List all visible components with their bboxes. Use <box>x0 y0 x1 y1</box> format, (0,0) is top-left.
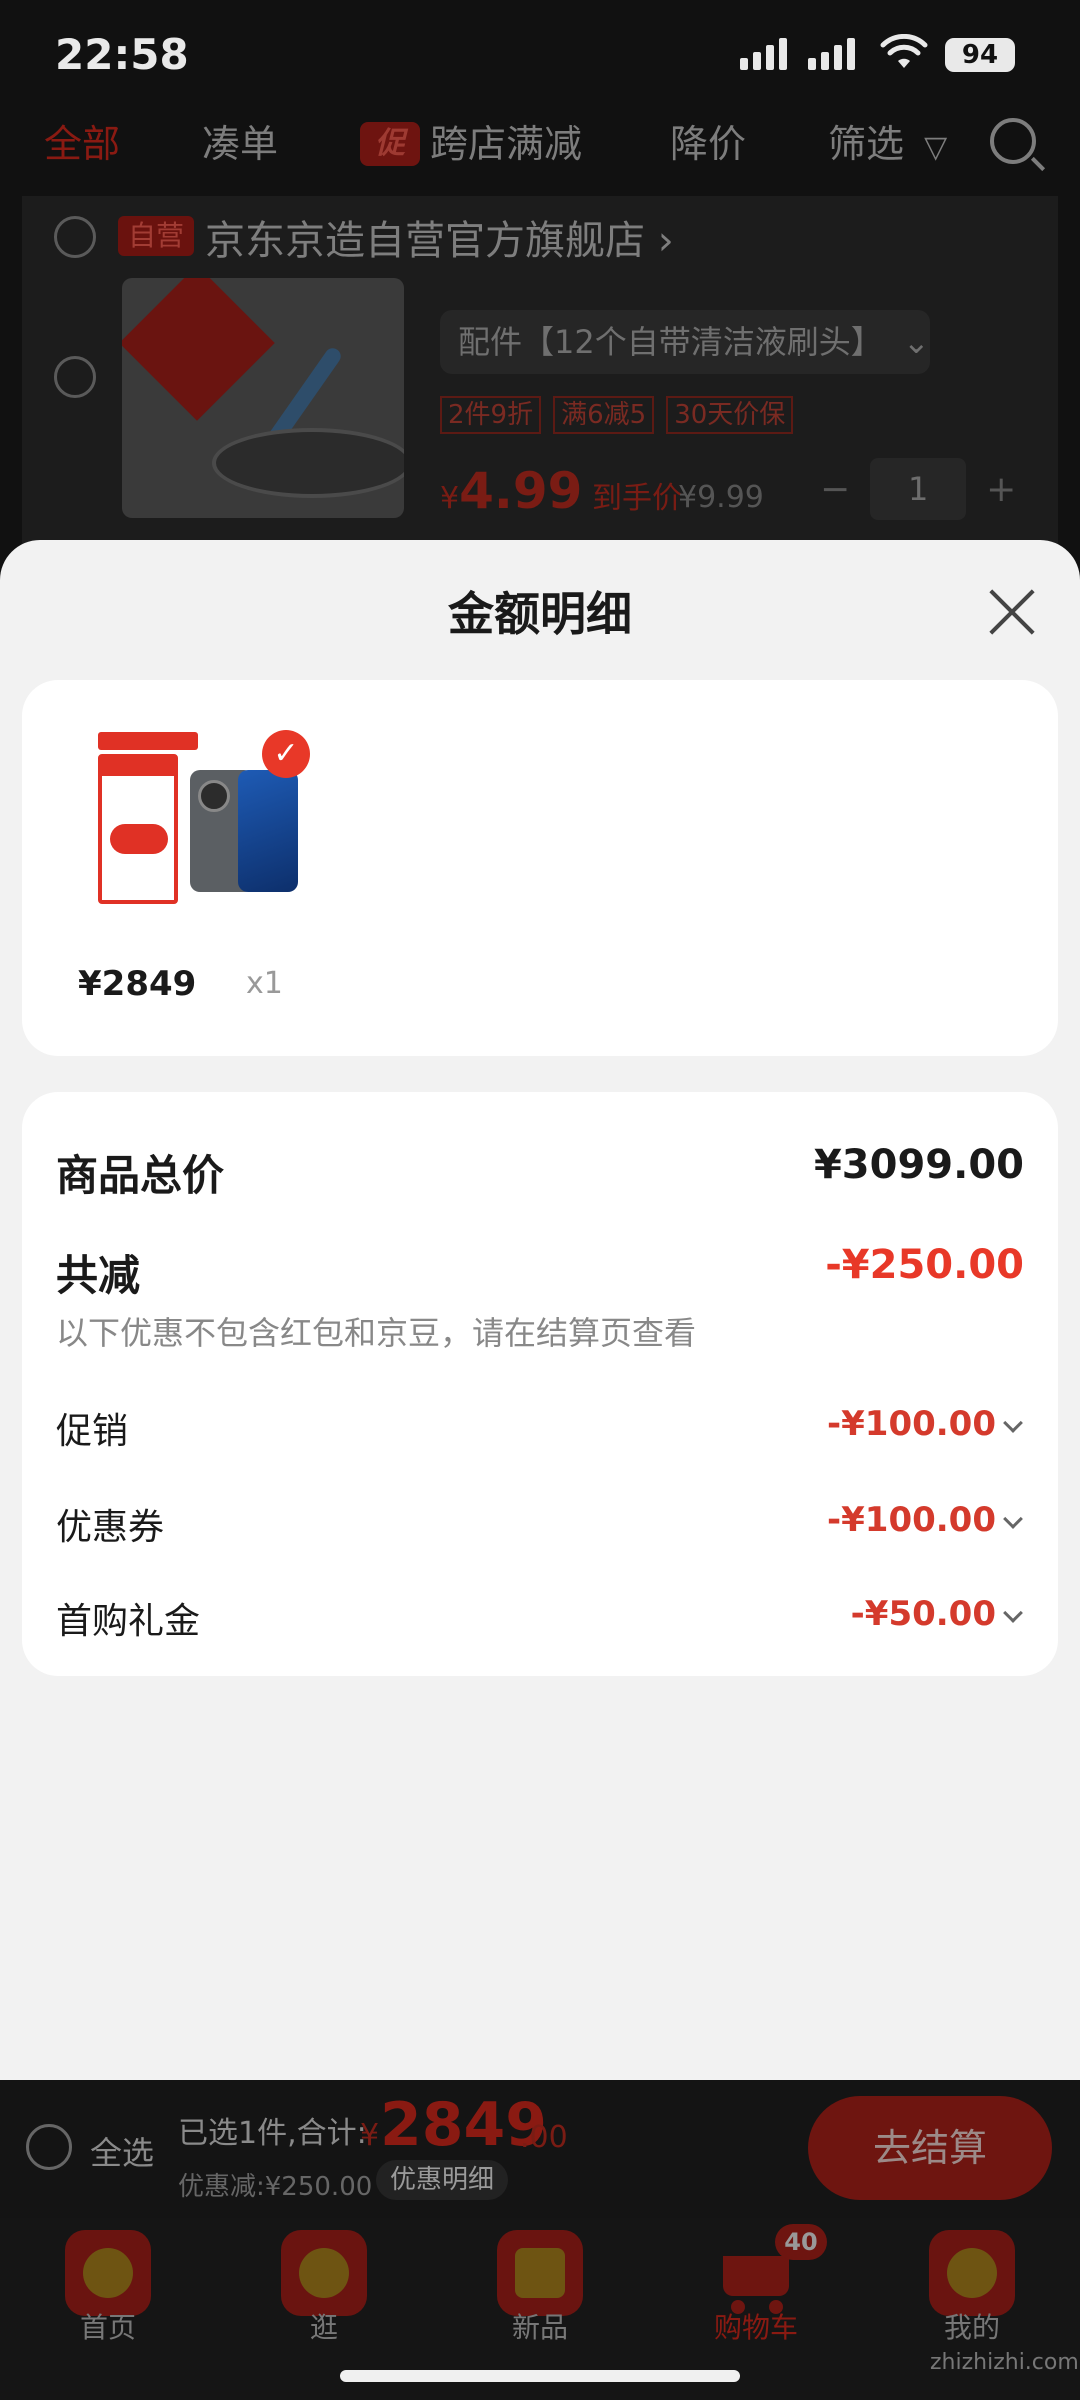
spec-text: 配件【12个自带清洁液刷头】 <box>458 323 883 361</box>
amount-detail-sheet: 金额明细 ✓ ¥2849 x1 商品总价 ¥3099.00 共减 -¥250.0… <box>0 540 1080 2080</box>
plus-icon[interactable]: + <box>986 469 1016 510</box>
selected-items-card: ✓ ¥2849 x1 <box>22 680 1058 1056</box>
cart-icon: 40 <box>713 2224 827 2316</box>
chevron-down-icon[interactable] <box>1003 1413 1023 1433</box>
product-thumbnail[interactable]: ✓ <box>72 720 310 920</box>
tab-label: 跨店满减 <box>430 122 583 166</box>
minus-icon[interactable]: − <box>820 469 850 510</box>
promo-badges: 2件9折 满6减5 30天价保 <box>440 396 794 434</box>
tab-label: 购物车 <box>713 2311 798 2344</box>
wifi-icon <box>880 34 928 68</box>
tab-profile[interactable]: 我的 <box>902 2230 1042 2346</box>
total-price-label: 商品总价 <box>56 1151 225 1200</box>
quantity-value[interactable]: 1 <box>870 458 967 520</box>
tab-cart[interactable]: 40 购物车 <box>686 2224 827 2346</box>
promo-badge: 30天价保 <box>666 396 794 434</box>
discount-detail-button[interactable]: 优惠明细 <box>376 2160 509 2200</box>
selected-count: 已选1件,合计: <box>178 2116 367 2151</box>
tab-home[interactable]: 首页 <box>38 2230 178 2346</box>
tab-all[interactable]: 全部 <box>44 114 120 174</box>
tab-combine-order[interactable]: 凑单 <box>202 114 278 174</box>
first-purchase-gift-label: 首购礼金 <box>56 1601 201 1642</box>
status-time: 22:58 <box>55 30 189 79</box>
sheet-title: 金额明细 <box>448 587 632 641</box>
promo-badge: 2件9折 <box>440 396 542 434</box>
close-icon[interactable] <box>980 580 1044 644</box>
total-decimal: .00 <box>520 2120 568 2155</box>
coupon-label: 优惠券 <box>56 1507 165 1548</box>
item-quantity: x1 <box>246 966 283 1001</box>
checkout-button[interactable]: 去结算 <box>808 2096 1052 2200</box>
cart-count-badge: 40 <box>775 2224 827 2260</box>
original-price: ¥9.99 <box>678 480 764 515</box>
tab-new-arrivals[interactable]: 新品 <box>470 2230 610 2346</box>
tab-price-drop[interactable]: 降价 <box>670 114 746 174</box>
promotion-value[interactable]: -¥100.00 <box>827 1404 996 1444</box>
watermark: zhizhizhi.com <box>930 2350 1079 2375</box>
total-reduction-value: -¥250.00 <box>825 1242 1024 1288</box>
self-operated-tag: 自营 <box>118 216 195 256</box>
quantity-stepper: − 1 + <box>820 458 1016 520</box>
tab-cross-store-discount[interactable]: 促跨店满减 <box>360 114 582 174</box>
currency-symbol: ¥ <box>360 2118 380 2153</box>
select-all-label[interactable]: 全选 <box>90 2128 154 2174</box>
price-summary-card: 商品总价 ¥3099.00 共减 -¥250.00 以下优惠不包含红包和京豆，请… <box>22 1092 1058 1676</box>
funnel-icon: ▽ <box>924 130 948 165</box>
cellular-signal-2-icon <box>808 38 855 70</box>
first-purchase-gift-value[interactable]: -¥50.00 <box>851 1594 996 1634</box>
promo-badge: 满6减5 <box>553 396 655 434</box>
coupon-value[interactable]: -¥100.00 <box>827 1500 996 1540</box>
checkmark-icon: ✓ <box>262 730 310 778</box>
tab-label: 我的 <box>943 2311 1000 2344</box>
total-reduction-label: 共减 <box>56 1251 141 1300</box>
tab-label: 新品 <box>511 2311 568 2344</box>
home-icon <box>65 2230 151 2316</box>
tab-label: 筛选 <box>828 122 905 166</box>
store-select-radio[interactable] <box>54 216 96 258</box>
tab-label: 逛 <box>309 2311 338 2344</box>
tab-filter[interactable]: 筛选 ▽ <box>828 114 947 178</box>
discount-note: 以下优惠不包含红包和京豆，请在结算页查看 <box>56 1314 697 1352</box>
item-price: ¥2849 <box>78 964 197 1004</box>
chevron-down-icon: ⌄ <box>902 323 930 361</box>
new-arrivals-icon <box>497 2230 583 2316</box>
tab-browse[interactable]: 逛 <box>254 2230 394 2346</box>
search-icon[interactable] <box>990 118 1036 164</box>
product-image[interactable] <box>122 278 404 518</box>
status-bar: 22:58 94 <box>0 0 1080 110</box>
chevron-down-icon[interactable] <box>1003 1603 1023 1623</box>
store-name[interactable]: 京东京造自营官方旗舰店 › <box>205 208 674 266</box>
profile-icon <box>929 2230 1015 2316</box>
discount-amount: 优惠减:¥250.00 <box>178 2172 373 2202</box>
tab-label: 首页 <box>79 2311 136 2344</box>
product-price: ¥4.99 到手价 <box>440 462 683 520</box>
home-indicator[interactable] <box>340 2370 740 2382</box>
promotion-label: 促销 <box>56 1411 129 1452</box>
browse-icon <box>281 2230 367 2316</box>
total-price-value: ¥3099.00 <box>813 1142 1024 1188</box>
checkout-bar: 全选 已选1件,合计: ¥ 2849 .00 优惠减:¥250.00 优惠明细 … <box>0 2080 1080 2218</box>
product-select-radio[interactable] <box>54 356 96 398</box>
product-spec-selector[interactable]: 配件【12个自带清洁液刷头】 ⌄ <box>440 310 930 374</box>
battery-indicator: 94 <box>945 38 1015 72</box>
cellular-signal-icon <box>740 38 787 70</box>
cart-filter-tabs: 全部 凑单 促跨店满减 降价 筛选 ▽ <box>0 110 1080 210</box>
promo-tag: 促 <box>360 122 420 166</box>
chevron-down-icon[interactable] <box>1003 1509 1023 1529</box>
select-all-radio[interactable] <box>26 2124 72 2170</box>
